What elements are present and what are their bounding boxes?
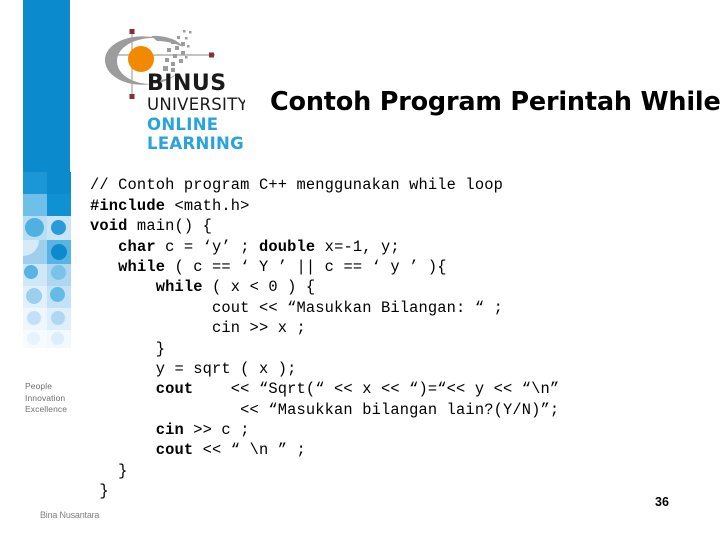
- mosaic-circle: [51, 332, 64, 345]
- code-keyword: char: [118, 237, 156, 256]
- logo-text-online: ONLINE: [147, 115, 218, 134]
- code-line: cout << “Masukkan Bilangan: “ ;: [90, 298, 710, 318]
- code-line: cout << “ \n ” ;: [90, 440, 710, 460]
- code-text: cout << “Masukkan Bilangan: “ ;: [90, 298, 503, 317]
- code-keyword: #include: [90, 196, 166, 215]
- code-line: while ( c == ‘ Y ’ || c == ‘ y ’ ){: [90, 257, 710, 277]
- mosaic-tile: [23, 194, 47, 216]
- mosaic-circle: [51, 311, 65, 325]
- mosaic-circle: [50, 287, 65, 302]
- mosaic-circle: [25, 218, 44, 237]
- code-text: cin >> x ;: [90, 319, 306, 338]
- tagline-line-1: People: [25, 381, 53, 391]
- mosaic-circle: [51, 244, 67, 260]
- footer-brand: Bina Nusantara: [40, 510, 100, 520]
- code-text: y = sqrt ( x );: [90, 359, 297, 378]
- tagline-people-innovation-excellence: People Innovation Excellence: [25, 381, 67, 416]
- code-text: ( x < 0 ) {: [202, 278, 316, 297]
- code-line: void main() {: [90, 216, 710, 236]
- code-keyword: while: [155, 278, 203, 297]
- logo-pixel-dissolve-icon: [163, 30, 192, 72]
- logo-text-binus: BINUS: [147, 71, 227, 96]
- sidebar-band-solid: [23, 0, 70, 175]
- code-line: y = sqrt ( x );: [90, 359, 710, 379]
- code-line: char c = ‘y’ ; double x=-1, y;: [90, 237, 710, 257]
- code-text: x=-1, y;: [315, 237, 400, 256]
- page-title: Contoh Program Perintah While: [270, 87, 720, 117]
- tagline-line-2: Innovation: [25, 392, 66, 403]
- mosaic-tile: [47, 194, 71, 216]
- mosaic-circle: [27, 311, 41, 325]
- mosaic-circle: [24, 265, 38, 279]
- code-text: ( c == ‘ Y ’ || c == ‘ y ’ ){: [165, 257, 447, 276]
- code-line: // Contoh program C++ menggunakan while …: [90, 175, 710, 195]
- code-line: }: [90, 339, 710, 359]
- code-text: << “ \n ” ;: [193, 441, 306, 460]
- mosaic-circle: [26, 288, 42, 304]
- mosaic-tile: [47, 172, 71, 194]
- code-keyword: cout: [155, 380, 194, 399]
- code-text: >> c ;: [183, 421, 250, 440]
- code-block: // Contoh program C++ menggunakan while …: [90, 175, 710, 501]
- code-line: << “Masukkan bilangan lain?(Y/N)”;: [90, 400, 710, 420]
- code-line: }: [90, 461, 710, 481]
- mosaic-circle: [27, 332, 40, 345]
- code-text: // Contoh program C++ menggunakan while …: [90, 176, 503, 195]
- code-line: cin >> x ;: [90, 318, 710, 338]
- mosaic-circle: [51, 265, 66, 280]
- code-line: while ( x < 0 ) {: [90, 277, 710, 297]
- code-keyword: void: [90, 217, 128, 236]
- tagline-line-3: Excellence: [25, 404, 68, 414]
- code-line: }: [90, 481, 710, 501]
- sidebar-decorative-band: [23, 0, 71, 540]
- page-number: 36: [655, 495, 669, 509]
- logo-text-university: UNIVERSITY: [147, 95, 245, 114]
- binus-logo: BINUS UNIVERSITY ONLINE LEARNING: [95, 18, 245, 158]
- code-keyword: while: [118, 257, 166, 276]
- code-text: }: [90, 339, 166, 358]
- code-text: << “Masukkan bilangan lain?(Y/N)”;: [90, 400, 560, 419]
- code-text: << “Sqrt(“ << x << “)=“<< y << “\n”: [193, 380, 560, 399]
- code-line: #include <math.h>: [90, 196, 710, 216]
- code-text: }: [90, 482, 109, 501]
- mosaic-tile: [23, 172, 47, 194]
- code-keyword: cin: [155, 421, 184, 440]
- code-keyword: cout: [155, 441, 194, 460]
- code-keyword: double: [258, 237, 316, 256]
- code-text: c = ‘y’ ;: [155, 237, 259, 256]
- code-text: main() {: [127, 217, 213, 236]
- logo-text-learning: LEARNING: [147, 134, 244, 153]
- code-text: <math.h>: [165, 196, 250, 215]
- mosaic-circle: [51, 220, 66, 235]
- code-line: cin >> c ;: [90, 420, 710, 440]
- sidebar-band-mosaic: [15, 172, 87, 348]
- slide-canvas: People Innovation Excellence BINUS UNIVE…: [0, 0, 720, 540]
- code-line: cout << “Sqrt(“ << x << “)=“<< y << “\n”: [90, 379, 710, 399]
- code-text: }: [90, 461, 128, 480]
- logo-dot-icon: [128, 46, 154, 72]
